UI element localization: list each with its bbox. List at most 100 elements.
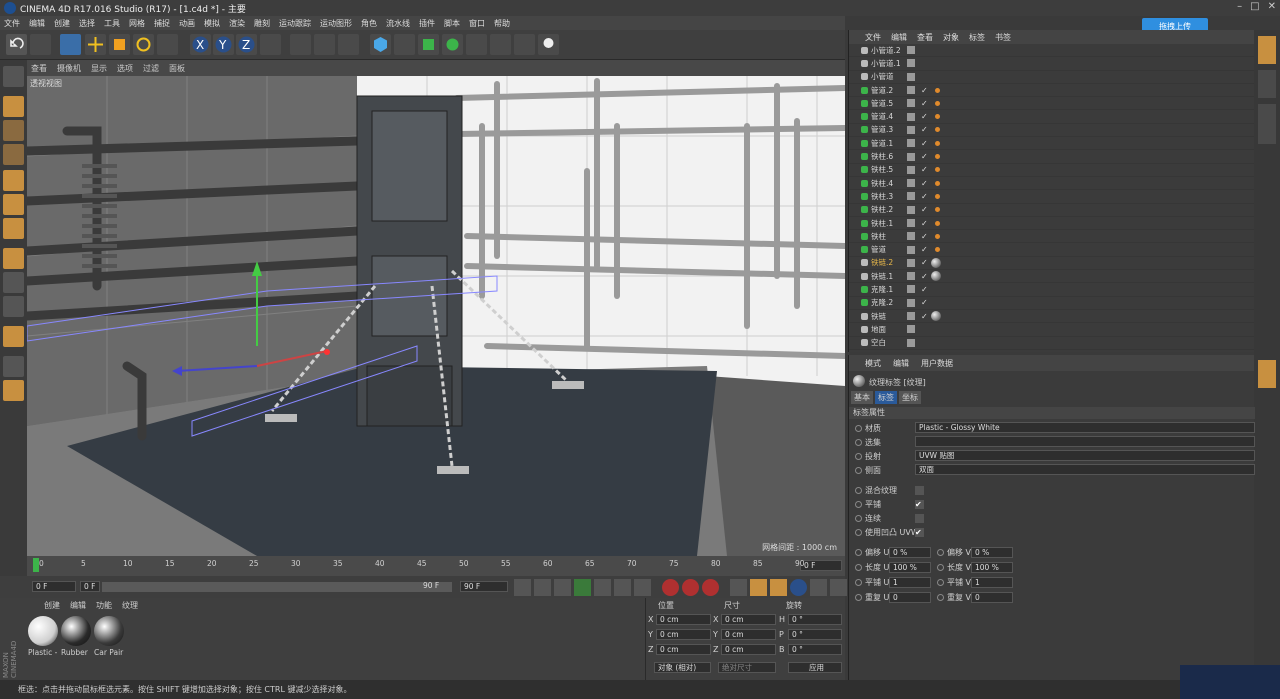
phong-tag-icon[interactable] xyxy=(935,154,940,160)
numeric-field[interactable]: 1 xyxy=(971,577,1013,588)
animate-dot-icon[interactable] xyxy=(855,594,862,601)
play-icon[interactable] xyxy=(574,579,591,596)
animate-dot-icon[interactable] xyxy=(855,514,862,522)
enabled-check-icon[interactable]: ✓ xyxy=(921,312,928,321)
polygons-mode-icon[interactable] xyxy=(3,218,24,239)
content-browser-tab[interactable] xyxy=(1258,104,1276,144)
attributes-tab[interactable] xyxy=(1258,360,1276,388)
timeline-menu-icon[interactable] xyxy=(830,579,847,596)
checkbox[interactable] xyxy=(915,485,924,495)
numeric-field[interactable]: 0 xyxy=(971,592,1013,603)
numeric-field[interactable]: 1 xyxy=(889,577,931,588)
object-row[interactable]: 地面 xyxy=(849,323,1254,337)
menu-item-11[interactable]: 运动跟踪 xyxy=(279,18,311,29)
visibility-toggle[interactable] xyxy=(907,46,915,55)
animate-dot-icon[interactable] xyxy=(855,500,862,508)
enabled-check-icon[interactable]: ✓ xyxy=(921,232,928,241)
objects-tab[interactable] xyxy=(1258,36,1276,64)
key-scale-icon[interactable] xyxy=(750,579,767,596)
rotation-field[interactable]: 0 ° xyxy=(788,629,842,640)
visibility-toggle[interactable] xyxy=(907,232,915,241)
menu-item-3[interactable]: 选择 xyxy=(79,18,95,29)
menu-item-5[interactable]: 网格 xyxy=(129,18,145,29)
menu-item-13[interactable]: 角色 xyxy=(361,18,377,29)
rotation-field[interactable]: 0 ° xyxy=(788,644,842,655)
keyframe-selection-icon[interactable] xyxy=(702,579,719,596)
checkbox[interactable]: ✔ xyxy=(915,527,924,537)
visibility-toggle[interactable] xyxy=(907,192,915,201)
animate-dot-icon[interactable] xyxy=(855,438,862,446)
viewport-menu-item-4[interactable]: 过滤 xyxy=(143,63,159,74)
scale-icon[interactable] xyxy=(109,34,130,55)
prev-frame-icon[interactable] xyxy=(554,579,571,596)
object-row[interactable]: 铁链 ✓ xyxy=(849,310,1254,324)
enabled-check-icon[interactable]: ✓ xyxy=(921,125,928,134)
object-menu-item-3[interactable]: 对象 xyxy=(943,32,959,43)
enabled-check-icon[interactable]: ✓ xyxy=(921,285,928,294)
visibility-toggle[interactable] xyxy=(907,325,915,334)
visibility-toggle[interactable] xyxy=(907,285,915,294)
object-row[interactable]: 管道 ✓ xyxy=(849,243,1254,257)
material-swatch[interactable] xyxy=(28,616,58,646)
animate-dot-icon[interactable] xyxy=(937,594,944,601)
prev-key-icon[interactable] xyxy=(534,579,551,596)
visibility-toggle[interactable] xyxy=(907,125,915,134)
goto-end-icon[interactable] xyxy=(634,579,651,596)
edges-mode-icon[interactable] xyxy=(3,194,24,215)
maximize-icon[interactable]: □ xyxy=(1250,1,1259,12)
visibility-toggle[interactable] xyxy=(907,152,915,161)
light-icon[interactable] xyxy=(538,34,559,55)
visibility-toggle[interactable] xyxy=(907,99,915,108)
enabled-check-icon[interactable]: ✓ xyxy=(921,152,928,161)
redo-icon[interactable] xyxy=(30,34,51,55)
deformer-icon[interactable] xyxy=(466,34,487,55)
object-row[interactable]: 小管道.2 xyxy=(849,44,1254,58)
visibility-toggle[interactable] xyxy=(907,165,915,174)
visibility-toggle[interactable] xyxy=(907,72,915,81)
phong-tag-icon[interactable] xyxy=(935,180,940,186)
attributes-menu-item-2[interactable]: 用户数据 xyxy=(921,358,953,369)
viewport-menu-item-3[interactable]: 选项 xyxy=(117,63,133,74)
x-axis-lock-icon[interactable]: X xyxy=(190,34,211,55)
size-field[interactable]: 0 cm xyxy=(721,644,776,655)
enabled-check-icon[interactable]: ✓ xyxy=(921,139,928,148)
magnet-icon[interactable] xyxy=(3,326,24,347)
material-swatch[interactable] xyxy=(94,616,124,646)
menu-item-1[interactable]: 编辑 xyxy=(29,18,45,29)
floor-icon[interactable] xyxy=(490,34,511,55)
goto-start-icon[interactable] xyxy=(514,579,531,596)
menu-item-6[interactable]: 捕捉 xyxy=(154,18,170,29)
live-select-icon[interactable] xyxy=(60,34,81,55)
start-frame-field[interactable]: 0 F xyxy=(32,581,76,592)
enabled-check-icon[interactable]: ✓ xyxy=(921,99,928,108)
visibility-toggle[interactable] xyxy=(907,258,915,267)
object-menu-item-2[interactable]: 查看 xyxy=(917,32,933,43)
points-mode-icon[interactable] xyxy=(3,170,24,191)
size-field[interactable]: 0 cm xyxy=(721,629,776,640)
enabled-check-icon[interactable]: ✓ xyxy=(921,179,928,188)
tweak-mode-icon[interactable] xyxy=(3,272,24,293)
visibility-toggle[interactable] xyxy=(907,272,915,281)
enabled-check-icon[interactable]: ✓ xyxy=(921,272,928,281)
y-axis-lock-icon[interactable]: Y xyxy=(213,34,234,55)
object-row[interactable]: 克隆.1 ✓ xyxy=(849,283,1254,297)
object-row[interactable]: 小管道 xyxy=(849,71,1254,84)
make-editable-icon[interactable] xyxy=(3,66,24,87)
visibility-toggle[interactable] xyxy=(907,312,915,321)
position-field[interactable]: 0 cm xyxy=(656,644,711,655)
visibility-toggle[interactable] xyxy=(907,59,915,68)
object-row[interactable]: 铁柱.3 ✓ xyxy=(849,190,1254,204)
object-row[interactable]: 铁柱.6 ✓ xyxy=(849,150,1254,164)
key-param-icon[interactable] xyxy=(790,579,807,596)
material-menu-item-0[interactable]: 创建 xyxy=(44,600,60,611)
menu-item-8[interactable]: 模拟 xyxy=(204,18,220,29)
size-field[interactable]: 0 cm xyxy=(721,614,776,625)
object-row[interactable]: 管道.3 ✓ xyxy=(849,124,1254,138)
object-row[interactable]: 管道.1 ✓ xyxy=(849,137,1254,151)
perspective-viewport[interactable]: 透视视图 网格间距 : 1000 cm xyxy=(27,76,845,556)
animate-dot-icon[interactable] xyxy=(855,486,862,494)
attributes-menu-item-0[interactable]: 模式 xyxy=(865,358,881,369)
render-picture-viewer-icon[interactable] xyxy=(314,34,335,55)
object-row[interactable]: 铁柱.5 ✓ xyxy=(849,164,1254,177)
max-frame-field[interactable]: 90 F xyxy=(460,581,508,592)
